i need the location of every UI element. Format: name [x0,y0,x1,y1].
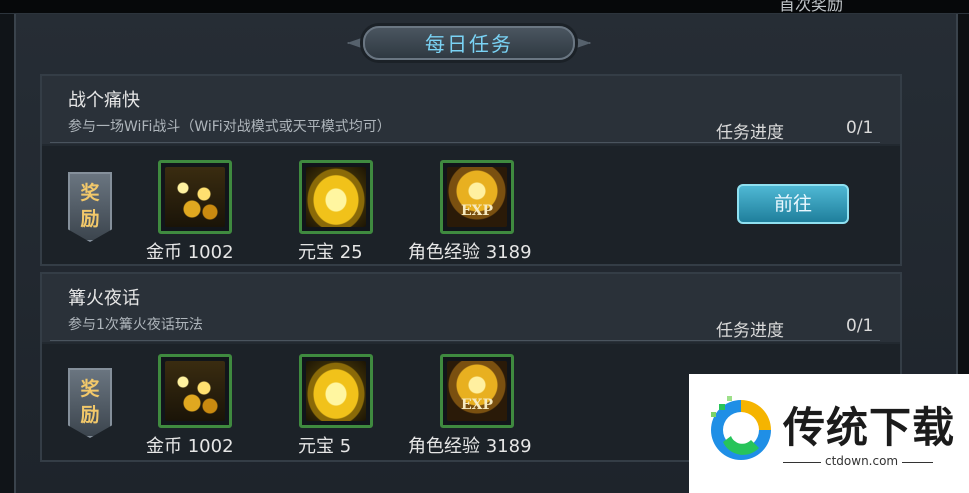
task-description: 参与1次篝火夜话玩法 [68,317,203,333]
progress-label: 任务进度 [716,321,784,341]
divider [50,340,880,341]
reward-tag-char: 励 [80,208,100,230]
task-description: 参与一场WiFi战斗（WiFi对战模式或天平模式均可） [68,119,391,135]
left-edge [0,14,14,493]
watermark-logo-icon [711,396,771,460]
reward-item-ingot[interactable] [299,354,373,428]
progress-value: 0/1 [846,316,874,336]
reward-label: 元宝 5 [298,436,352,457]
task-name: 篝火夜话 [68,288,140,309]
exp-icon-text: EXP [460,203,494,219]
reward-tag-char: 奖 [80,378,100,400]
reward-item-gold[interactable] [158,354,232,428]
task-header: 篝火夜话 参与1次篝火夜话玩法 任务进度 0/1 [42,274,900,342]
ingot-icon [306,361,366,421]
top-bar: 首次奖励 [0,0,969,14]
gold-coins-icon [165,361,225,421]
reward-tag: 奖 励 [68,172,112,242]
progress-value: 0/1 [846,118,874,138]
reward-item-exp[interactable]: EXP [440,160,514,234]
ingot-icon [306,167,366,227]
reward-item-ingot[interactable] [299,160,373,234]
page-title: 每日任务 [425,32,513,56]
divider [50,142,880,143]
task-card: 战个痛快 参与一场WiFi战斗（WiFi对战模式或天平模式均可） 任务进度 0/… [40,74,902,266]
reward-item-gold[interactable] [158,160,232,234]
reward-label: 金币 1002 [146,242,234,263]
gold-coins-icon [165,167,225,227]
exp-icon-text: EXP [460,397,494,413]
reward-tag-char: 奖 [80,182,100,204]
exp-icon: EXP [447,361,507,421]
progress-label: 任务进度 [716,123,784,143]
reward-label: 金币 1002 [146,436,234,457]
reward-tag-char: 励 [80,404,100,426]
top-hint: 首次奖励 [778,0,843,14]
reward-label: 角色经验 3189 [408,242,532,263]
watermark: 传统下载 ctdown.com [689,374,969,493]
watermark-url: ctdown.com [821,454,903,468]
watermark-title: 传统下载 [783,403,956,452]
task-header: 战个痛快 参与一场WiFi战斗（WiFi对战模式或天平模式均可） 任务进度 0/… [42,76,900,144]
exp-icon: EXP [447,167,507,227]
goto-button[interactable]: 前往 [737,184,849,224]
task-name: 战个痛快 [68,90,140,111]
reward-item-exp[interactable]: EXP [440,354,514,428]
title-banner: 每日任务 [347,20,591,64]
reward-tag: 奖 励 [68,368,112,438]
reward-label: 角色经验 3189 [408,436,532,457]
reward-label: 元宝 25 [298,242,363,263]
